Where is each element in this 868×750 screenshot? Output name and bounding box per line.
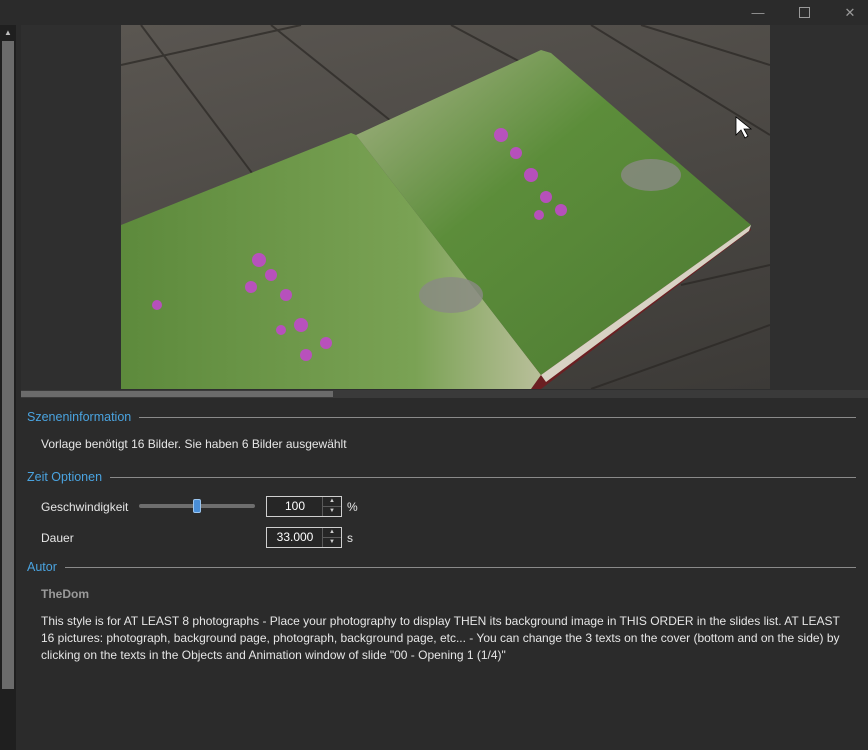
duration-value-input[interactable]: 33.000 xyxy=(267,528,323,547)
maximize-icon[interactable] xyxy=(781,0,827,25)
scroll-up-arrow-icon[interactable]: ▲ xyxy=(0,25,16,39)
close-icon[interactable]: ✕ xyxy=(827,0,868,25)
spin-up-icon[interactable]: ▲ xyxy=(323,497,341,507)
speed-spinbox[interactable]: 100 ▲ ▼ xyxy=(266,496,342,517)
author-title: Autor xyxy=(27,560,57,574)
photo-book-illustration xyxy=(121,25,770,389)
duration-label: Dauer xyxy=(41,531,74,545)
section-divider xyxy=(139,416,856,418)
duration-spinbox[interactable]: 33.000 ▲ ▼ xyxy=(266,527,342,548)
time-options-title: Zeit Optionen xyxy=(27,470,103,484)
vertical-scrollbar[interactable]: ▲ xyxy=(0,25,16,750)
speed-unit: % xyxy=(347,500,358,514)
spin-down-icon[interactable]: ▼ xyxy=(323,507,341,516)
speed-slider-thumb[interactable] xyxy=(193,499,201,513)
photo-book-preview xyxy=(121,25,770,389)
style-description: This style is for AT LEAST 8 photographs… xyxy=(41,614,840,662)
horizontal-scrollbar[interactable] xyxy=(21,390,868,398)
spin-down-icon[interactable]: ▼ xyxy=(323,538,341,547)
horizontal-scrollbar-thumb[interactable] xyxy=(21,391,333,397)
section-divider xyxy=(64,566,856,568)
spin-up-icon[interactable]: ▲ xyxy=(323,528,341,538)
title-bar: — ✕ xyxy=(0,0,868,25)
scene-info-text: Vorlage benötigt 16 Bilder. Sie haben 6 … xyxy=(41,437,347,451)
time-options-header: Zeit Optionen xyxy=(27,469,856,485)
duration-unit: s xyxy=(347,531,353,545)
section-divider xyxy=(110,476,856,478)
scene-info-header: Szeneninformation xyxy=(27,409,856,425)
author-name: TheDom xyxy=(41,587,89,601)
author-header: Autor xyxy=(27,559,856,575)
scene-info-title: Szeneninformation xyxy=(27,410,132,424)
preview-pane xyxy=(21,25,868,390)
speed-value-input[interactable]: 100 xyxy=(267,497,323,516)
vertical-scrollbar-thumb[interactable] xyxy=(2,41,14,689)
speed-label: Geschwindigkeit xyxy=(41,500,129,514)
minimize-icon[interactable]: — xyxy=(735,0,781,25)
